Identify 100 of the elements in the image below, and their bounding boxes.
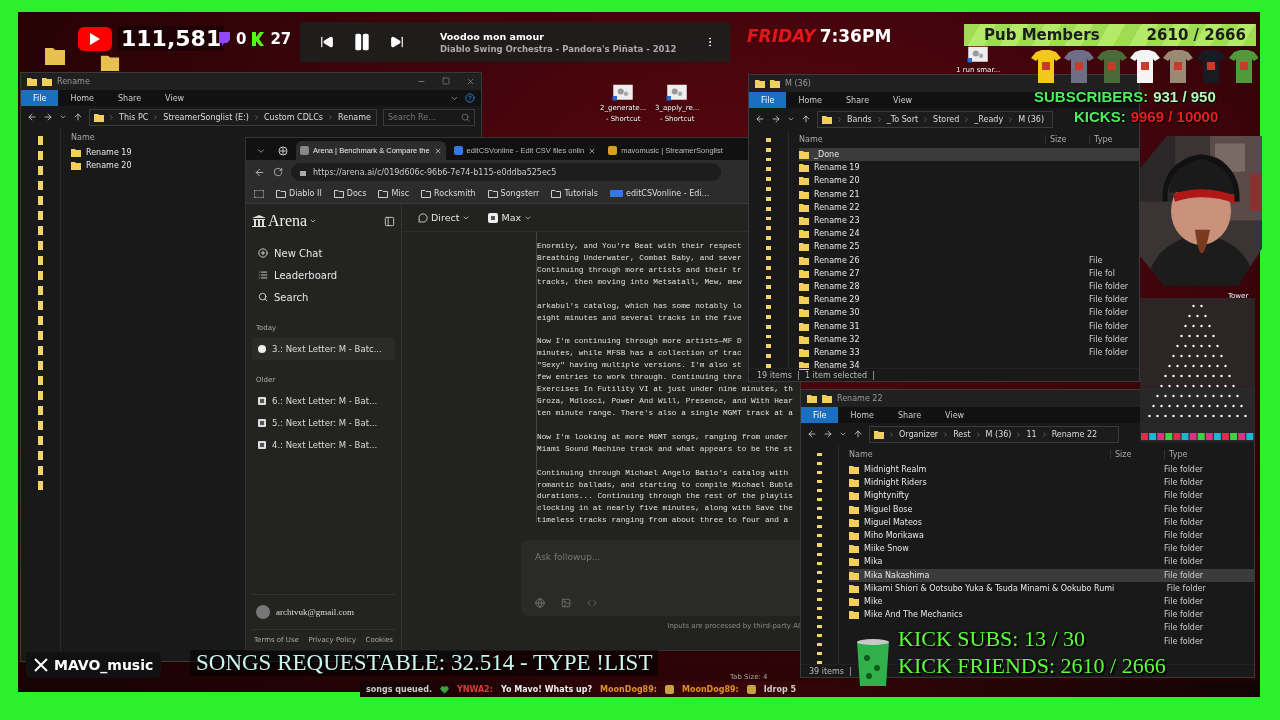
ribbon-tab[interactable]: Share bbox=[834, 92, 882, 108]
breadcrumb[interactable]: StreamerSonglist (E:) bbox=[163, 112, 249, 122]
bookmark[interactable]: Diablo II bbox=[276, 189, 322, 198]
reload-icon[interactable] bbox=[273, 167, 283, 177]
ribbon-tab[interactable]: Home bbox=[838, 407, 886, 423]
breadcrumb[interactable]: M (36) bbox=[1018, 114, 1045, 124]
file-row[interactable]: Rename 28 File folder bbox=[799, 279, 1139, 294]
forward-icon[interactable] bbox=[771, 114, 781, 124]
url-field[interactable]: https://arena.ai/c/019d606c-96b6-7e74-b115-e0ddba525ec5 bbox=[291, 163, 721, 181]
file-row[interactable]: _Done bbox=[799, 148, 1139, 162]
breadcrumb[interactable]: This PC bbox=[119, 112, 149, 122]
breadcrumb[interactable]: Rename 22 bbox=[1051, 429, 1098, 439]
file-row[interactable]: Miho Morikawa File folder bbox=[849, 528, 1254, 543]
bookmark[interactable]: Misc bbox=[378, 189, 410, 198]
back-icon[interactable] bbox=[755, 114, 765, 124]
file-row[interactable]: Rename 23 bbox=[799, 213, 1139, 228]
column-header[interactable]: Size bbox=[1045, 134, 1089, 144]
column-header[interactable]: Name bbox=[799, 134, 1045, 144]
arena-logo[interactable]: Arena bbox=[252, 212, 318, 230]
ribbon-tab[interactable]: View bbox=[881, 92, 925, 108]
chat-history-item[interactable]: 5.: Next Letter: M - Bat... bbox=[252, 412, 395, 434]
file-row[interactable]: Rename 30 File folder bbox=[799, 306, 1139, 320]
sidebar-nav-item[interactable]: Leaderboard bbox=[252, 264, 395, 286]
close-tab-icon[interactable] bbox=[433, 146, 442, 155]
file-row[interactable]: Rename 31 File folder bbox=[799, 319, 1139, 333]
address-bar[interactable]: Bands _To Sort Stored _Ready M (36) bbox=[817, 110, 1053, 128]
pause-icon[interactable] bbox=[352, 32, 372, 52]
back-icon[interactable] bbox=[807, 429, 817, 439]
image-icon[interactable] bbox=[561, 598, 571, 608]
file-row[interactable]: Rename 21 bbox=[799, 187, 1139, 201]
file-row[interactable]: Mike File folder bbox=[849, 594, 1254, 609]
ribbon-tab[interactable]: File bbox=[21, 90, 59, 106]
forward-icon[interactable] bbox=[823, 429, 833, 439]
avatar[interactable] bbox=[256, 605, 270, 619]
sidebar-nav-item[interactable]: Search bbox=[252, 286, 395, 308]
model-dropdown[interactable]: Max bbox=[488, 212, 533, 223]
column-header[interactable]: Size bbox=[1110, 449, 1164, 459]
ribbon-tab[interactable]: Home bbox=[786, 92, 834, 108]
bookmark[interactable]: Tutorials bbox=[551, 189, 598, 198]
file-row[interactable]: Rename 32 File folder bbox=[799, 332, 1139, 346]
file-row[interactable]: Rename 19 bbox=[799, 161, 1139, 175]
file-row[interactable]: Rename 25 bbox=[799, 240, 1139, 254]
ribbon-tab[interactable]: File bbox=[801, 407, 839, 423]
sidebar-nav-item[interactable]: New Chat bbox=[252, 242, 395, 264]
bookmark[interactable]: editCSVonline - Edi... bbox=[609, 189, 710, 198]
mode-dropdown[interactable]: Direct bbox=[418, 212, 471, 223]
help-icon[interactable] bbox=[465, 93, 475, 103]
file-row[interactable]: Rename 27 File fol bbox=[799, 266, 1139, 280]
recent-icon[interactable] bbox=[839, 430, 847, 438]
file-row[interactable]: Mika Nakashima File folder bbox=[849, 568, 1254, 582]
file-row[interactable]: Rename 24 bbox=[799, 227, 1139, 241]
account-email[interactable]: archtvuk@gmail.com bbox=[276, 607, 355, 617]
breadcrumb[interactable]: M (36) bbox=[985, 429, 1012, 439]
address-bar[interactable]: This PC StreamerSonglist (E:) Custom CDLCs Rename bbox=[89, 108, 377, 126]
bookmark[interactable]: Rocksmith bbox=[421, 189, 476, 198]
forward-icon[interactable] bbox=[43, 112, 53, 122]
bookmark[interactable]: Songsterr bbox=[487, 189, 540, 198]
chat-history-item[interactable]: 3.: Next Letter: M - Batc... bbox=[252, 338, 395, 360]
address-bar[interactable]: Organizer Rest M (36) 11 Rename 22 bbox=[869, 425, 1119, 443]
file-row[interactable]: Mike And The Mechanics File folder bbox=[849, 608, 1254, 622]
column-header[interactable]: Type bbox=[1089, 134, 1139, 144]
sidebar-toggle-icon[interactable] bbox=[384, 215, 395, 227]
file-row[interactable]: Miike Snow File folder bbox=[849, 542, 1254, 556]
bookmark[interactable]: Docs bbox=[333, 189, 367, 198]
breadcrumb[interactable]: Rest bbox=[953, 429, 971, 439]
ribbon-tab[interactable]: Home bbox=[58, 90, 106, 106]
apps-icon[interactable] bbox=[254, 189, 264, 198]
breadcrumb[interactable]: Bands bbox=[847, 114, 872, 124]
file-row[interactable]: Rename 20 bbox=[71, 159, 231, 173]
file-row[interactable]: Mika File folder bbox=[849, 555, 1254, 569]
ribbon-tab[interactable]: Share bbox=[106, 90, 154, 106]
breadcrumb[interactable]: _To Sort bbox=[886, 114, 919, 124]
file-row[interactable]: Miguel Bose File folder bbox=[849, 502, 1254, 516]
breadcrumb[interactable]: Stored bbox=[933, 114, 960, 124]
file-row[interactable]: Miguel Mateos File folder bbox=[849, 515, 1254, 529]
file-row[interactable]: Rename 26 File bbox=[799, 253, 1139, 267]
close-icon[interactable] bbox=[466, 77, 475, 86]
file-row[interactable]: Rename 19 bbox=[71, 146, 231, 160]
recent-icon[interactable] bbox=[59, 113, 67, 121]
file-row[interactable]: Mikami Shiori & Ootsubo Yuka & Tsuda Minami & Ookubo Rumi File folder bbox=[849, 581, 1254, 595]
recent-icon[interactable] bbox=[787, 115, 795, 123]
ribbon-tab[interactable]: File bbox=[749, 92, 787, 108]
column-header[interactable]: Type bbox=[1164, 449, 1254, 459]
next-icon[interactable] bbox=[390, 35, 404, 49]
previous-icon[interactable] bbox=[320, 35, 334, 49]
chat-history-item[interactable]: 4.: Next Letter: M - Bat... bbox=[252, 434, 395, 456]
file-row[interactable]: Rename 20 bbox=[799, 174, 1139, 188]
breadcrumb[interactable]: Organizer bbox=[899, 429, 939, 439]
column-header[interactable]: Name bbox=[849, 449, 1110, 459]
breadcrumb[interactable]: Rename bbox=[338, 112, 371, 122]
breadcrumb[interactable]: 11 bbox=[1026, 429, 1037, 439]
globe-icon[interactable] bbox=[535, 598, 545, 608]
close-tab-icon[interactable] bbox=[588, 146, 597, 155]
breadcrumb[interactable]: _Ready bbox=[974, 114, 1004, 124]
ribbon-tab[interactable]: View bbox=[933, 407, 977, 423]
file-row[interactable]: Midnight Realm File folder bbox=[849, 463, 1254, 477]
tab-search-icon[interactable] bbox=[256, 146, 266, 156]
chat-history-item[interactable]: 6.: Next Letter: M - Bat... bbox=[252, 390, 395, 412]
ribbon-tab[interactable]: View bbox=[153, 90, 197, 106]
file-row[interactable]: Rename 29 File folder bbox=[799, 293, 1139, 307]
